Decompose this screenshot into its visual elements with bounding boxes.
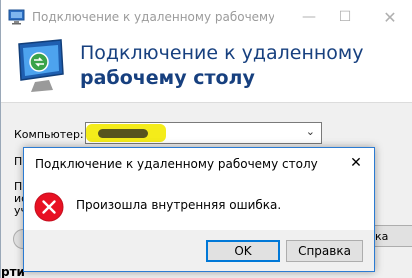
dialog-close-button[interactable]: ✕ [346,153,366,173]
chevron-down-icon[interactable]: ⌄ [306,125,315,138]
error-icon [34,192,64,222]
header-title-line-2: рабочему столу [80,67,255,89]
connect-button[interactable]: кa [373,225,412,247]
dialog-titlebar[interactable]: Подключение к удаленному рабочему столу … [24,148,374,178]
window-close-button[interactable]: ✕ [367,0,412,34]
error-message: Произошла внутренняя ошибка. [76,198,282,212]
help-button[interactable]: Справка [286,240,363,262]
dialog-title: Подключение к удаленному рабочему столу [35,157,318,171]
error-dialog: Подключение к удаленному рабочему столу … [23,147,375,272]
computer-combobox[interactable]: ⌄ [85,122,322,144]
window-titlebar[interactable]: Подключение к удаленному рабочему с... —… [1,0,412,34]
partial-label: П [14,155,23,168]
dialog-body: Произошла внутренняя ошибка. [24,178,374,230]
remote-desktop-icon [8,9,25,25]
dialog-footer: OK Справка [24,230,374,271]
window-title: Подключение к удаленному рабочему с... [32,10,274,24]
ok-button[interactable]: OK [206,240,280,262]
computer-label: Компьютер: [14,128,84,141]
redacted-text [98,129,148,138]
window-header: Подключение к удаленному рабочему столу [1,34,412,102]
maximize-button[interactable]: ☐ [322,0,368,34]
header-title-line-1: Подключение к удаленному [80,42,364,64]
partial-bottom-text: рти [1,265,25,278]
remote-desktop-logo-icon [18,39,64,92]
